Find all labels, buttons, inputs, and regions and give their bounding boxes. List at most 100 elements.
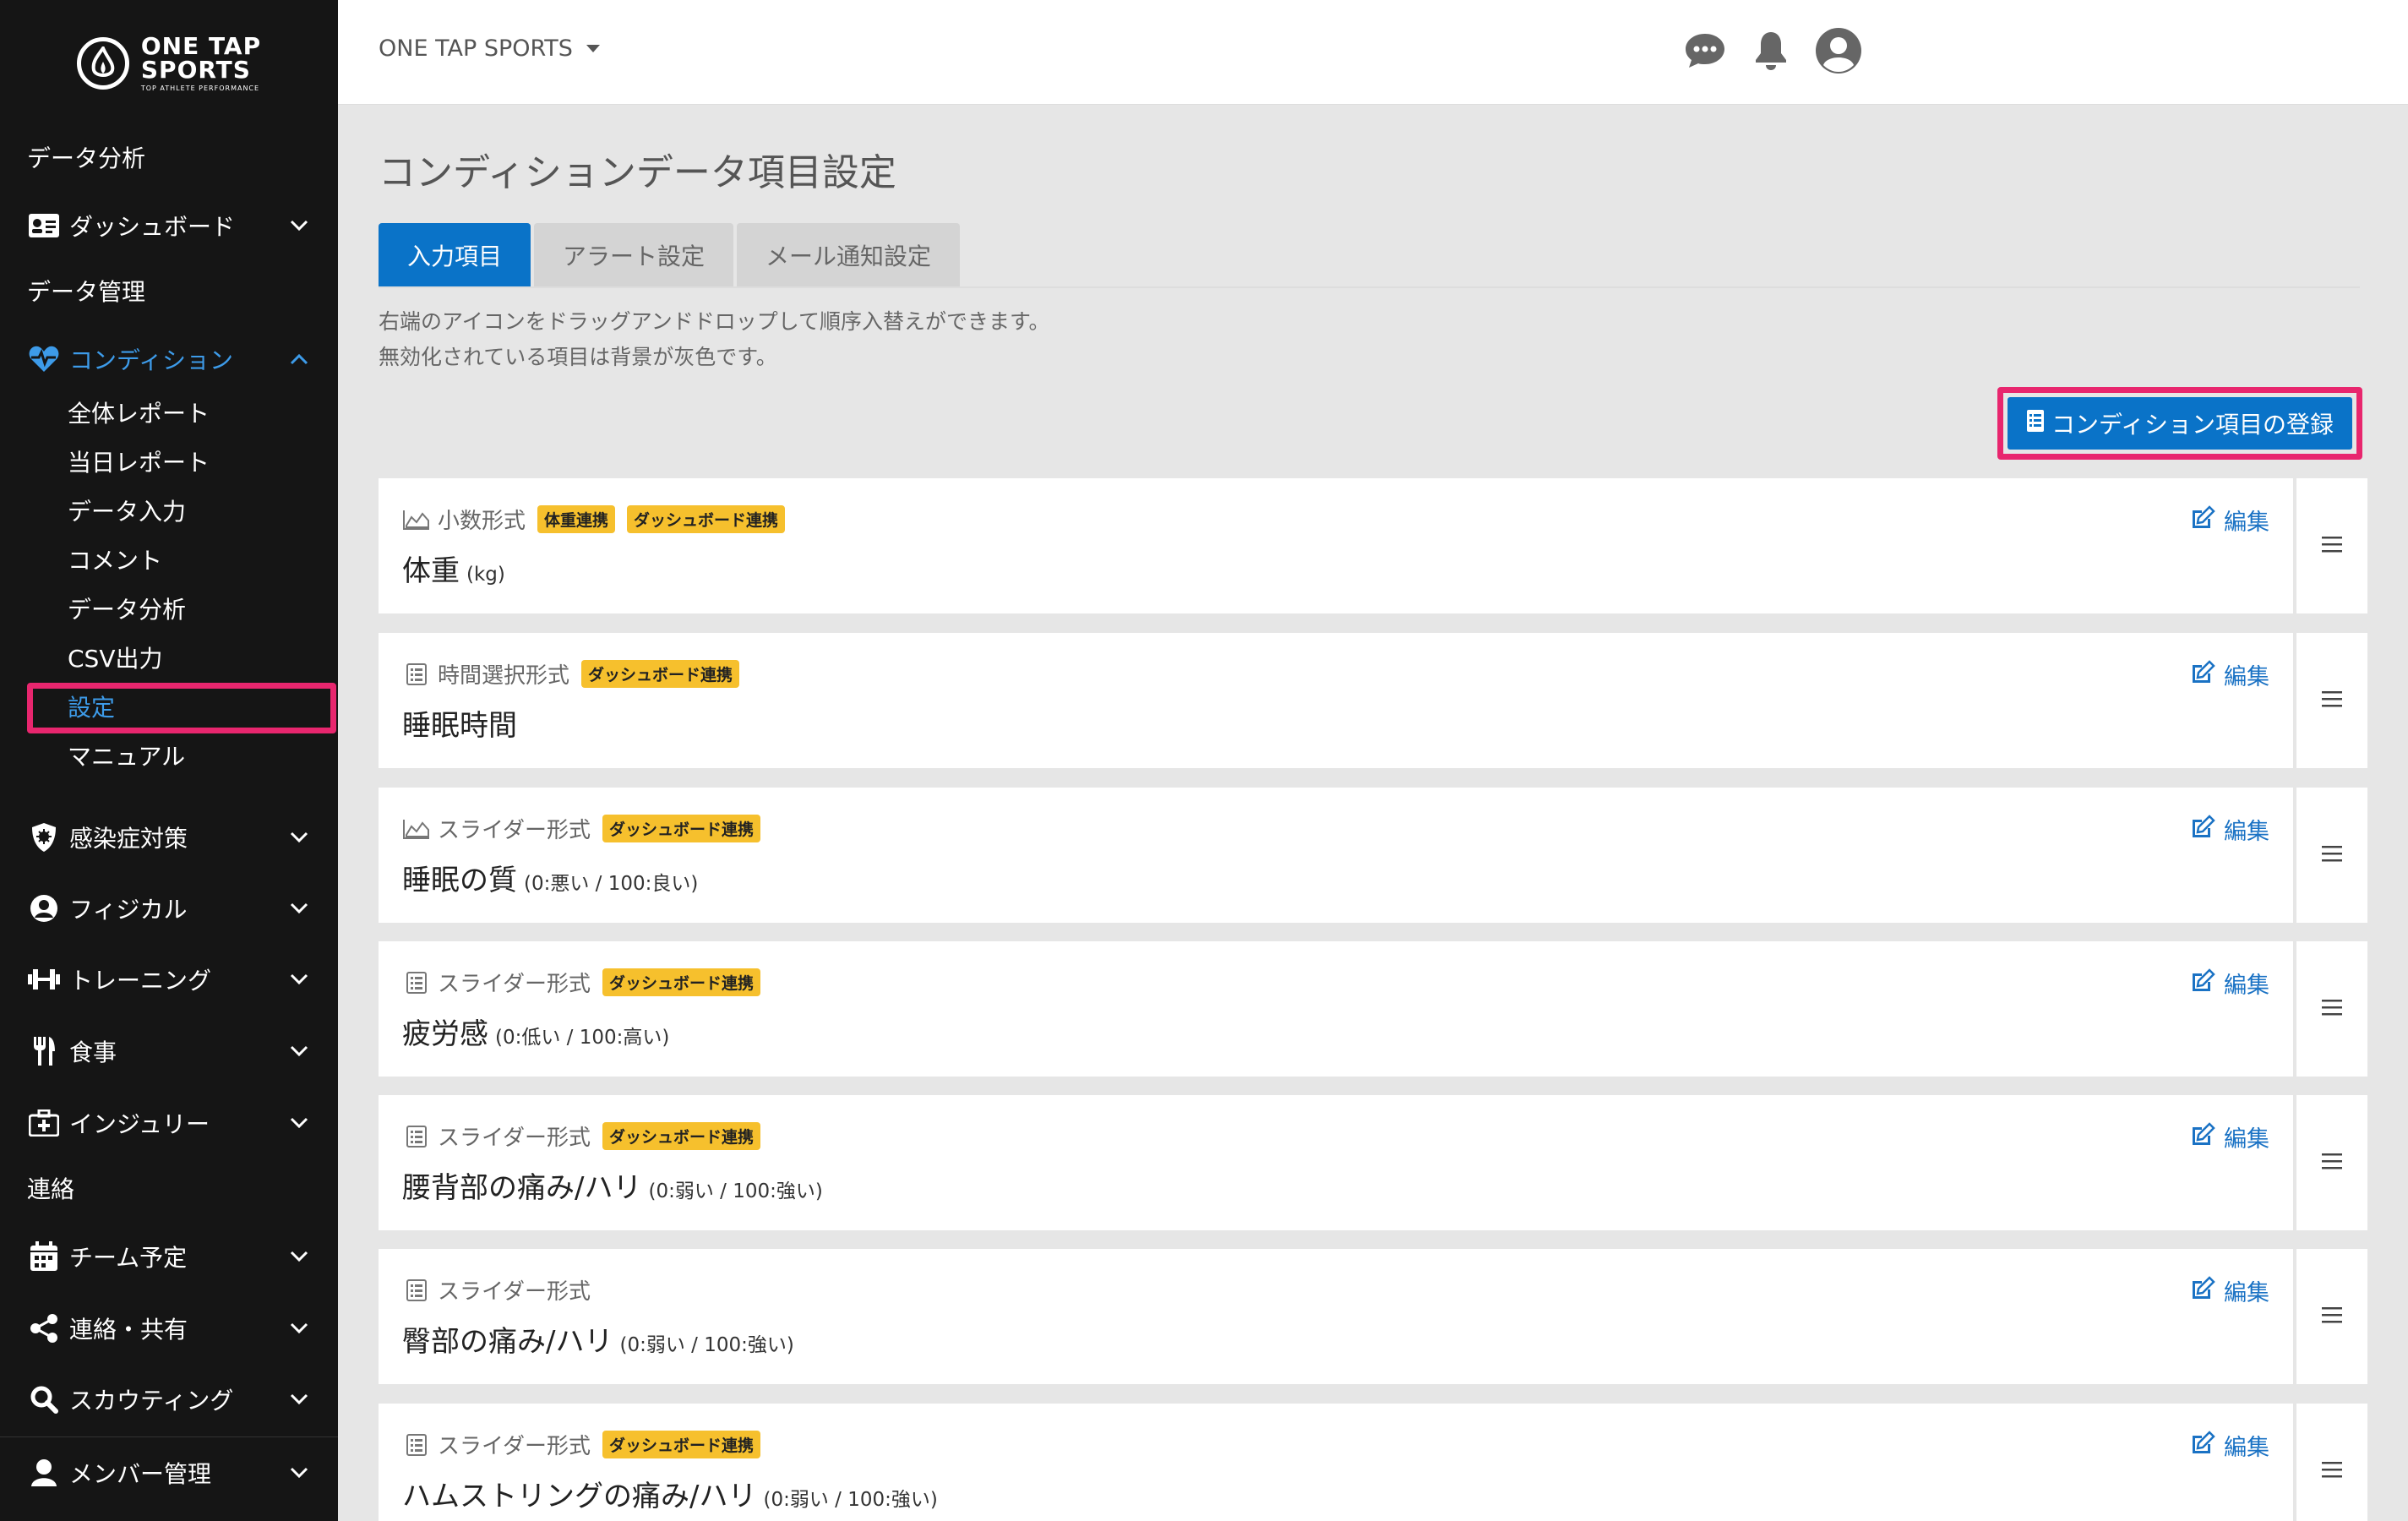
dumbbell-icon xyxy=(27,962,61,996)
tab-mail-settings[interactable]: メール通知設定 xyxy=(737,223,961,287)
sidebar-item-injury[interactable]: インジュリー xyxy=(0,1098,338,1148)
drag-handle[interactable] xyxy=(2296,633,2367,768)
condition-item-card: 時間選択形式 ダッシュボード連携 睡眠時間 編集 xyxy=(379,633,2367,768)
calendar-icon xyxy=(27,1240,61,1273)
sidebar-item-label: メンバー管理 xyxy=(69,1460,212,1488)
search-icon xyxy=(27,1382,61,1416)
edit-link[interactable]: 編集 xyxy=(2190,658,2269,691)
card-body: 時間選択形式 ダッシュボード連携 睡眠時間 編集 xyxy=(379,633,2296,768)
drag-handle[interactable] xyxy=(2296,941,2367,1077)
sidebar-item-contact[interactable]: 連絡 xyxy=(0,1163,338,1213)
edit-link[interactable]: 編集 xyxy=(2190,1274,2269,1307)
sidebar-item-data-management[interactable]: データ管理 xyxy=(0,265,338,316)
chevron-down-icon[interactable] xyxy=(286,966,313,993)
edit-link[interactable]: 編集 xyxy=(2190,1429,2269,1462)
list-alt-icon xyxy=(402,1278,431,1303)
sidebar-item-scouting[interactable]: スカウティング xyxy=(0,1374,338,1425)
chevron-down-icon[interactable] xyxy=(286,1109,313,1137)
item-meta: スライダー形式 ダッシュボード連携 xyxy=(402,813,760,844)
sidebar-item-team-schedule[interactable]: チーム予定 xyxy=(0,1231,338,1282)
link-badge: ダッシュボード連携 xyxy=(602,815,760,842)
drag-handle[interactable] xyxy=(2296,1249,2367,1384)
sidebar-subitem-data-analysis[interactable]: データ分析 xyxy=(68,587,186,630)
sidebar-item-condition[interactable]: コンディション xyxy=(0,334,338,384)
chevron-down-icon[interactable] xyxy=(286,1038,313,1065)
item-unit: (0:低い / 100:高い) xyxy=(495,1027,670,1049)
sidebar-subitem-csv-export[interactable]: CSV出力 xyxy=(68,636,162,679)
tab-input-items[interactable]: 入力項目 xyxy=(379,223,531,287)
sidebar-item-label: トレーニング xyxy=(69,967,212,995)
edit-link[interactable]: 編集 xyxy=(2190,813,2269,846)
card-body: スライダー形式 臀部の痛み/ハリ (0:弱い / 100:強い) 編集 xyxy=(379,1249,2296,1384)
drag-handle[interactable] xyxy=(2296,1404,2367,1521)
item-type: 小数形式 xyxy=(438,509,526,534)
item-unit: (0:弱い / 100:強い) xyxy=(763,1489,938,1511)
brand-line1: ONE TAP xyxy=(140,32,262,60)
register-button-label: コンディション項目の登録 xyxy=(2051,411,2334,439)
sidebar-item-physical[interactable]: フィジカル xyxy=(0,883,338,934)
help-line-2: 無効化されている項目は背景が灰色です。 xyxy=(379,345,777,369)
register-condition-item-button[interactable]: コンディション項目の登録 xyxy=(2008,397,2352,450)
sidebar-subitem-manual[interactable]: マニュアル xyxy=(68,734,185,777)
item-name: 臀部の痛み/ハリ xyxy=(402,1325,613,1359)
sidebar-item-dashboard[interactable]: ダッシュボード xyxy=(0,200,338,251)
drag-handle[interactable] xyxy=(2296,478,2367,613)
chevron-down-icon[interactable] xyxy=(286,895,313,922)
link-badge: ダッシュボード連携 xyxy=(627,505,786,533)
sidebar-item-label: データ管理 xyxy=(27,278,146,306)
item-name: 腰背部の痛み/ハリ xyxy=(402,1171,642,1205)
user-circle-icon xyxy=(27,891,61,925)
edit-icon xyxy=(2190,660,2215,690)
chevron-down-icon[interactable] xyxy=(286,212,313,239)
link-badge: ダッシュボード連携 xyxy=(602,1122,760,1150)
edit-link[interactable]: 編集 xyxy=(2190,1120,2269,1153)
chevron-down-icon[interactable] xyxy=(286,1386,313,1413)
sidebar-subitem-overall-report[interactable]: 全体レポート xyxy=(68,391,210,433)
settings-tabs: 入力項目 アラート設定 メール通知設定 xyxy=(379,223,961,287)
condition-item-card: スライダー形式 ダッシュボード連携 睡眠の質 (0:悪い / 100:良い) 編集 xyxy=(379,788,2367,923)
account-avatar-icon[interactable] xyxy=(1813,25,1864,76)
help-line-1: 右端のアイコンをドラッグアンドドロップして順序入替えができます。 xyxy=(379,309,1050,334)
link-badge: ダッシュボード連携 xyxy=(602,968,760,996)
item-unit: (0:弱い / 100:強い) xyxy=(619,1334,794,1356)
register-highlight-box: コンディション項目の登録 xyxy=(1997,387,2362,460)
edit-label: 編集 xyxy=(2224,1280,2269,1306)
chevron-down-icon[interactable] xyxy=(286,1315,313,1342)
condition-item-card: スライダー形式 ダッシュボード連携 腰背部の痛み/ハリ (0:弱い / 100:強… xyxy=(379,1095,2367,1230)
condition-item-card: 小数形式 体重連携 ダッシュボード連携 体重 (kg) 編集 xyxy=(379,478,2367,613)
sidebar-item-data-analysis[interactable]: データ分析 xyxy=(0,132,338,183)
sidebar-item-label: スカウティング xyxy=(69,1387,234,1415)
chevron-down-icon[interactable] xyxy=(286,824,313,851)
sidebar-item-share[interactable]: 連絡・共有 xyxy=(0,1303,338,1354)
edit-label: 編集 xyxy=(2224,1435,2269,1461)
tab-alert-settings[interactable]: アラート設定 xyxy=(534,223,734,287)
sidebar-subitem-comment[interactable]: コメント xyxy=(68,538,162,581)
chat-icon[interactable] xyxy=(1680,25,1730,76)
sidebar-item-infection[interactable]: 感染症対策 xyxy=(0,812,338,863)
edit-link[interactable]: 編集 xyxy=(2190,967,2269,1000)
chevron-up-icon[interactable] xyxy=(286,346,313,373)
chevron-down-icon[interactable] xyxy=(286,1243,313,1270)
brand-logo[interactable]: ONE TAP SPORTS TOP ATHLETE PERFORMANCE xyxy=(0,0,338,127)
edit-link[interactable]: 編集 xyxy=(2190,504,2269,537)
bell-icon[interactable] xyxy=(1746,25,1796,76)
sidebar-subitem-daily-report[interactable]: 当日レポート xyxy=(68,440,210,482)
item-title: ハムストリングの痛み/ハリ (0:弱い / 100:強い) xyxy=(402,1473,938,1514)
item-title: 睡眠の質 (0:悪い / 100:良い) xyxy=(402,857,698,898)
sidebar-item-member-management[interactable]: メンバー管理 xyxy=(0,1447,338,1498)
sidebar-item-training[interactable]: トレーニング xyxy=(0,954,338,1005)
chevron-down-icon[interactable] xyxy=(286,1459,313,1486)
team-selector[interactable]: ONE TAP SPORTS xyxy=(379,35,600,62)
sidebar-subitem-data-input[interactable]: データ入力 xyxy=(68,489,186,532)
drag-handle[interactable] xyxy=(2296,1095,2367,1230)
drag-handle[interactable] xyxy=(2296,788,2367,923)
medkit-icon xyxy=(27,1106,61,1140)
bars-icon xyxy=(2321,535,2343,557)
item-title: 睡眠時間 xyxy=(402,702,517,744)
item-title: 体重 (kg) xyxy=(402,548,505,589)
sidebar-item-meal[interactable]: 食事 xyxy=(0,1026,338,1077)
edit-icon xyxy=(2190,968,2215,998)
shield-virus-icon xyxy=(27,820,61,854)
edit-icon xyxy=(2190,815,2215,844)
sidebar-item-label: インジュリー xyxy=(69,1110,210,1138)
